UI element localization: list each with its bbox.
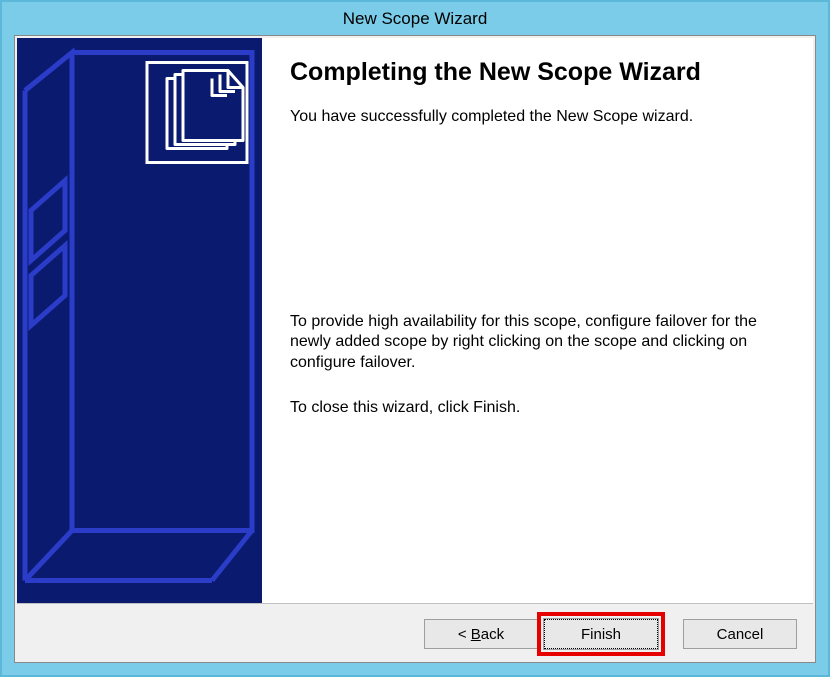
titlebar[interactable]: New Scope Wizard [2, 2, 828, 35]
wizard-sidebar-graphic [17, 38, 262, 603]
finish-highlight: Finish [537, 612, 665, 656]
content-outer: Completing the New Scope Wizard You have… [2, 35, 828, 675]
close-text: To close this wizard, click Finish. [290, 398, 785, 419]
wizard-page-content: Completing the New Scope Wizard You have… [262, 38, 813, 603]
failover-text: To provide high availability for this sc… [290, 312, 785, 374]
wizard-window: New Scope Wizard [0, 0, 830, 677]
back-button[interactable]: < Back [424, 619, 538, 649]
button-bar: < Back Finish Cancel [15, 606, 815, 662]
main-area: Completing the New Scope Wizard You have… [17, 38, 813, 604]
page-heading: Completing the New Scope Wizard [290, 58, 785, 87]
spacer [290, 152, 785, 312]
content-inner: Completing the New Scope Wizard You have… [14, 35, 816, 663]
window-title: New Scope Wizard [343, 9, 488, 29]
finish-button[interactable]: Finish [544, 619, 658, 649]
back-button-label: < Back [458, 626, 504, 643]
cancel-button[interactable]: Cancel [683, 619, 797, 649]
success-text: You have successfully completed the New … [290, 107, 785, 128]
